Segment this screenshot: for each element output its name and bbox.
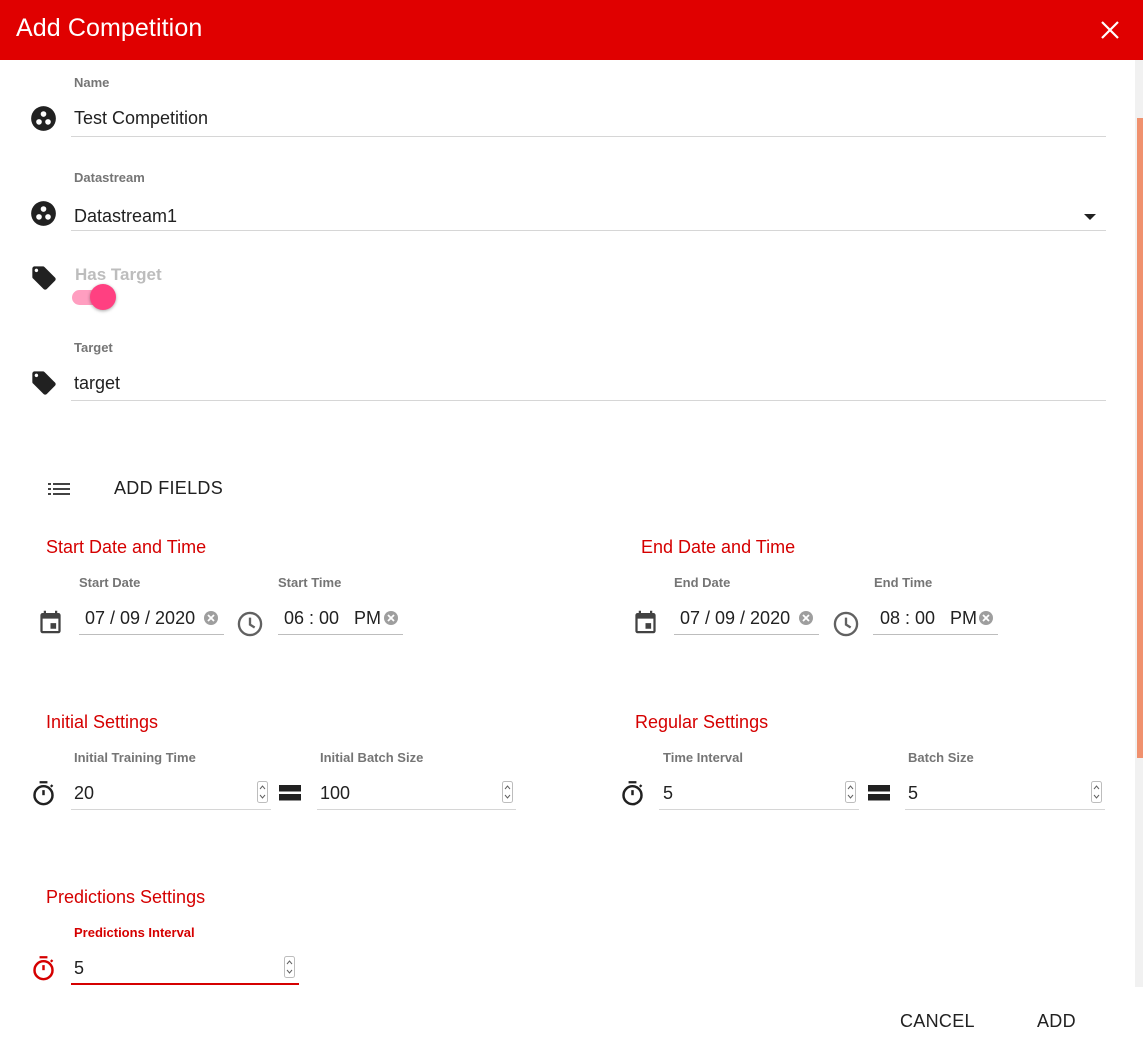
predictions-section-heading: Predictions Settings (46, 887, 206, 907)
initial-training-time-underline (71, 809, 271, 810)
end-section-heading: End Date and Time (641, 537, 796, 557)
stopwatch-icon (33, 781, 54, 806)
batch-size-input[interactable]: 5 (908, 783, 918, 804)
initial-batch-size-underline (317, 809, 516, 810)
has-target-label: Has Target (75, 265, 162, 284)
clock-icon (833, 611, 859, 637)
list-icon[interactable] (46, 477, 72, 501)
start-section-heading: Start Date and Time (46, 537, 207, 557)
time-interval-label: Time Interval (663, 750, 743, 765)
tag-icon (32, 371, 56, 395)
regular-section-heading: Regular Settings (635, 712, 769, 732)
number-spinner-icon[interactable] (257, 781, 268, 803)
batch-size-label: Batch Size (908, 750, 974, 765)
start-time-label: Start Time (278, 575, 342, 590)
target-label: Target (74, 340, 113, 355)
end-time-input[interactable]: 08 : 00 PM (880, 608, 977, 629)
initial-batch-size-label: Initial Batch Size (320, 750, 424, 765)
has-target-toggle-thumb[interactable] (90, 284, 116, 310)
predictions-interval-label: Predictions Interval (74, 925, 195, 940)
clear-icon[interactable] (978, 610, 994, 626)
clock-icon (237, 611, 263, 637)
scrollbar-thumb[interactable] (1137, 118, 1143, 758)
number-spinner-icon[interactable] (845, 781, 856, 803)
stopwatch-icon (33, 956, 54, 981)
initial-batch-size-input[interactable]: 100 (320, 783, 350, 804)
storage-icon (868, 785, 890, 801)
initial-section-heading: Initial Settings (46, 712, 159, 732)
number-spinner-icon[interactable] (1091, 781, 1102, 803)
number-spinner-icon[interactable] (284, 956, 295, 978)
end-date-underline (674, 634, 819, 635)
calendar-icon (40, 610, 61, 634)
end-date-label: End Date (674, 575, 731, 590)
number-spinner-icon[interactable] (502, 781, 513, 803)
start-date-label: Start Date (79, 575, 141, 590)
batch-size-underline (905, 809, 1105, 810)
end-date-input[interactable]: 07 / 09 / 2020 (680, 608, 790, 629)
clear-icon[interactable] (383, 610, 399, 626)
start-date-input[interactable]: 07 / 09 / 2020 (85, 608, 195, 629)
end-time-underline (873, 634, 998, 635)
start-time-input[interactable]: 06 : 00 PM (284, 608, 381, 629)
time-interval-input[interactable]: 5 (663, 783, 673, 804)
datastream-select[interactable]: Datastream1 (74, 206, 177, 227)
storage-icon (279, 785, 301, 801)
name-input[interactable]: Test Competition (74, 108, 208, 129)
add-fields-button[interactable]: ADD FIELDS (114, 478, 223, 499)
clear-icon[interactable] (203, 610, 219, 626)
time-interval-underline (659, 809, 859, 810)
initial-training-time-label: Initial Training Time (74, 750, 196, 765)
chevron-down-icon[interactable] (1082, 212, 1098, 222)
scatter-dots-icon (31, 106, 56, 131)
predictions-interval-underline (71, 983, 299, 985)
predictions-interval-input[interactable]: 5 (74, 958, 84, 979)
tag-icon (32, 266, 56, 290)
name-label: Name (74, 75, 110, 90)
target-underline (71, 400, 1106, 401)
target-input[interactable]: target (74, 373, 120, 394)
stopwatch-icon (622, 781, 643, 806)
dialog-title: Add Competition (16, 14, 203, 42)
start-date-underline (79, 634, 224, 635)
calendar-icon (635, 610, 656, 634)
datastream-label: Datastream (74, 170, 145, 185)
end-time-label: End Time (874, 575, 933, 590)
scatter-dots-icon (31, 201, 56, 226)
cancel-button[interactable]: CANCEL (900, 1011, 975, 1032)
close-icon[interactable] (1098, 18, 1122, 42)
add-button[interactable]: ADD (1037, 1011, 1076, 1032)
initial-training-time-input[interactable]: 20 (74, 783, 94, 804)
datastream-underline (71, 230, 1106, 231)
clear-icon[interactable] (798, 610, 814, 626)
name-underline (71, 136, 1106, 137)
start-time-underline (278, 634, 403, 635)
